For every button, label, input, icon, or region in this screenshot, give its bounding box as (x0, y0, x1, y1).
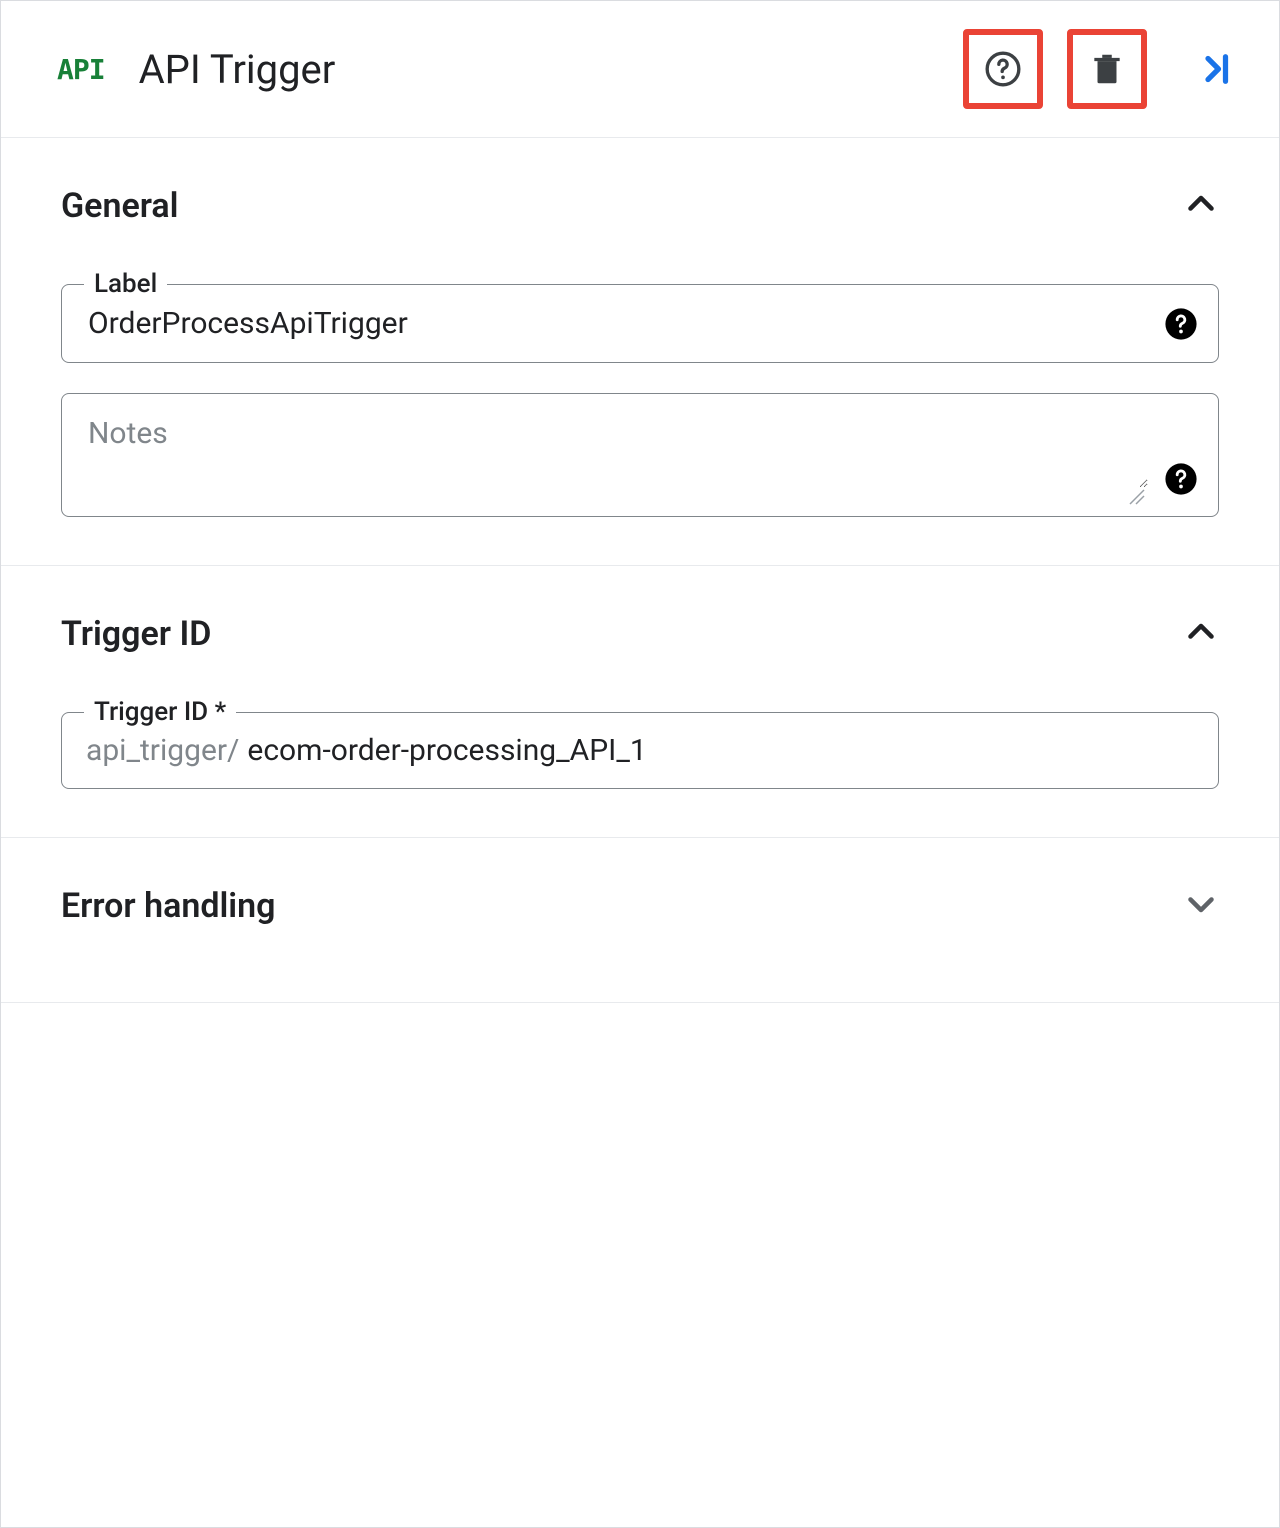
label-input[interactable] (86, 305, 1148, 342)
trigger-id-value: ecom-order-processing_API_1 (247, 733, 646, 768)
trigger-id-prefix: api_trigger/ (86, 733, 239, 768)
label-field-label: Label (84, 269, 167, 299)
api-trigger-panel: API API Trigger (0, 0, 1280, 1528)
trash-icon (1088, 50, 1126, 88)
section-error-handling-header[interactable]: Error handling (61, 838, 1219, 954)
header-actions (963, 29, 1239, 109)
section-general-header[interactable]: General (61, 138, 1219, 254)
notes-help-button[interactable] (1164, 462, 1198, 496)
trigger-id-field[interactable]: Trigger ID * api_trigger/ ecom-order-pro… (61, 712, 1219, 789)
section-error-handling-title: Error handling (61, 886, 275, 926)
trigger-id-field-label: Trigger ID * (84, 697, 236, 727)
section-general-title: General (61, 186, 179, 226)
panel-header: API API Trigger (1, 1, 1279, 138)
chevron-up-icon (1183, 614, 1219, 654)
help-filled-icon (1164, 307, 1198, 341)
notes-textarea[interactable] (86, 414, 1148, 488)
section-trigger-id-title: Trigger ID (61, 614, 211, 654)
resize-grip-icon (1126, 486, 1146, 506)
section-error-handling: Error handling (1, 838, 1279, 1003)
panel-title: API Trigger (139, 46, 963, 93)
collapse-right-icon (1194, 48, 1236, 90)
notes-field[interactable] (61, 393, 1219, 517)
help-button[interactable] (983, 49, 1023, 89)
label-field-wrapper: Label (61, 284, 1219, 363)
label-help-button[interactable] (1164, 307, 1198, 341)
help-filled-icon (1164, 462, 1198, 496)
trigger-id-field-wrapper: Trigger ID * api_trigger/ ecom-order-pro… (61, 712, 1219, 789)
section-trigger-id-header[interactable]: Trigger ID (61, 566, 1219, 682)
delete-button-highlight (1067, 29, 1147, 109)
help-button-highlight (963, 29, 1043, 109)
delete-button[interactable] (1087, 49, 1127, 89)
chevron-down-icon (1183, 886, 1219, 926)
section-general: General Label (1, 138, 1279, 566)
api-badge-icon: API (57, 53, 105, 86)
collapse-panel-button[interactable] (1191, 45, 1239, 93)
chevron-up-icon (1183, 186, 1219, 226)
help-icon (983, 49, 1023, 89)
label-field[interactable]: Label (61, 284, 1219, 363)
section-trigger-id: Trigger ID Trigger ID * api_trigger/ eco… (1, 566, 1279, 838)
notes-field-wrapper (61, 393, 1219, 517)
